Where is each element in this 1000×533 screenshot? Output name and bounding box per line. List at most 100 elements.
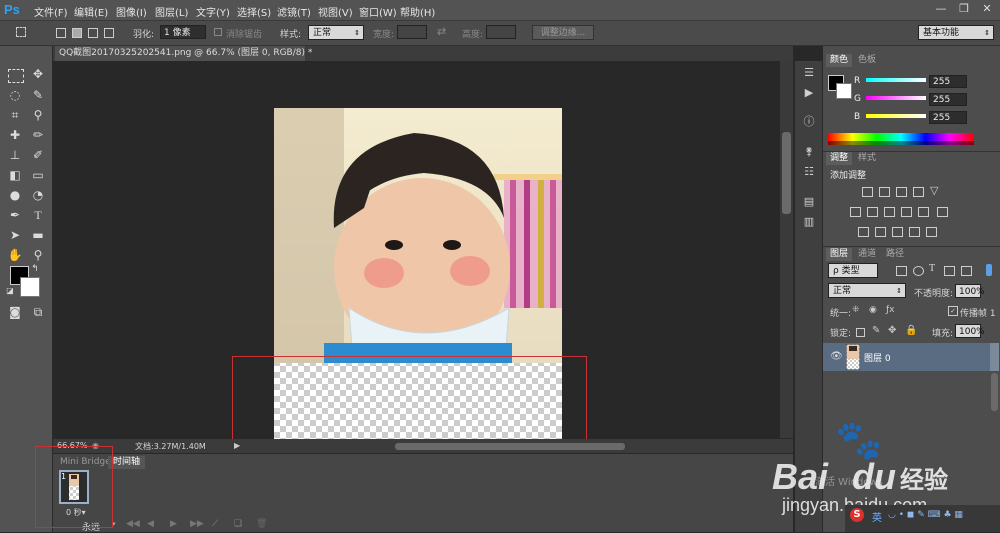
add-selection-icon[interactable] <box>72 28 82 38</box>
fill-input[interactable]: 100% <box>955 324 985 338</box>
pen-tool-icon[interactable]: ✒ <box>5 206 25 224</box>
layer-name[interactable]: 图层 0 <box>864 351 891 364</box>
channel-b-slider[interactable] <box>866 114 926 118</box>
filter-pixel-icon[interactable] <box>896 266 907 276</box>
color-background-swatch[interactable] <box>836 83 852 99</box>
antialias-checkbox[interactable] <box>214 28 222 36</box>
brightness-contrast-icon[interactable] <box>862 187 873 197</box>
invert-icon[interactable] <box>858 227 869 237</box>
channel-g-slider[interactable] <box>866 96 926 100</box>
feather-input[interactable]: 1 像素 <box>160 25 206 39</box>
layers-scrollbar[interactable] <box>990 343 999 371</box>
workspace-dropdown[interactable]: 基本功能 ⇕ <box>918 25 994 40</box>
rect-marquee-tool-icon[interactable] <box>8 69 24 83</box>
menu-item-5[interactable]: 选择(S) <box>237 4 271 19</box>
properties-icon[interactable]: ☷ <box>802 165 816 179</box>
menu-item-1[interactable]: 编辑(E) <box>74 4 108 19</box>
filter-shape-icon[interactable] <box>944 266 955 276</box>
tab-styles[interactable]: 样式 <box>854 152 880 165</box>
tween-icon[interactable]: ⟋ <box>212 519 218 529</box>
tab-timeline[interactable]: 时间轴 <box>108 456 146 469</box>
filter-toggle[interactable] <box>986 264 992 276</box>
ime-tray-icons[interactable]: ◡ • ◼ ✎ ⌨ ♣ ▦ <box>888 510 963 520</box>
path-select-icon[interactable]: ➤ <box>5 226 25 244</box>
height-input[interactable] <box>486 25 516 39</box>
duplicate-frame-icon[interactable]: ❏ <box>234 519 242 529</box>
quick-mask-icon[interactable]: ◙ <box>5 303 25 321</box>
clone-stamp-icon[interactable]: ⊥ <box>5 146 25 164</box>
blend-mode-dropdown[interactable]: 正常 ⇕ <box>828 283 906 298</box>
refine-edge-button[interactable]: 调整边缘... <box>532 25 594 40</box>
black-white-icon[interactable] <box>884 207 895 217</box>
blur-tool-icon[interactable]: ● <box>5 186 25 204</box>
horizontal-scroll-thumb[interactable] <box>395 443 625 450</box>
info-icon[interactable]: ⓘ <box>802 115 816 129</box>
history-icon[interactable]: ☰ <box>802 66 816 80</box>
screen-mode-icon[interactable]: ⧉ <box>28 303 48 321</box>
color-balance-icon[interactable] <box>867 207 878 217</box>
vibrance-icon[interactable]: ▽ <box>930 184 938 197</box>
curves-icon[interactable] <box>896 187 907 197</box>
tab-swatches[interactable]: 色板 <box>854 54 880 67</box>
exposure-icon[interactable] <box>913 187 924 197</box>
ime-mode[interactable]: 英 <box>872 509 882 524</box>
menu-item-4[interactable]: 文字(Y) <box>196 4 230 19</box>
eraser-tool-icon[interactable]: ◧ <box>5 166 25 184</box>
document-tab[interactable]: QQ截图20170325202541.png @ 66.7% (图层 0, RG… <box>55 46 312 61</box>
lock-image-icon[interactable]: ✎ <box>872 325 880 336</box>
channel-b-value[interactable]: 255 <box>929 111 967 124</box>
subtract-selection-icon[interactable] <box>88 28 98 38</box>
tab-color[interactable]: 颜色 <box>826 54 853 67</box>
intersect-selection-icon[interactable] <box>104 28 114 38</box>
unify-style-icon[interactable]: ƒx <box>886 305 895 315</box>
unify-visibility-icon[interactable]: ◉ <box>869 305 877 315</box>
threshold-icon[interactable] <box>892 227 903 237</box>
new-selection-icon[interactable] <box>56 28 66 38</box>
quick-select-tool-icon[interactable]: ✎ <box>28 86 48 104</box>
paragraph-icon[interactable]: ▤ <box>802 195 816 209</box>
delete-frame-icon[interactable]: 🗑 <box>256 519 267 529</box>
channel-g-value[interactable]: 255 <box>929 93 967 106</box>
menu-item-3[interactable]: 图层(L) <box>155 4 188 19</box>
eyedropper-tool-icon[interactable]: ⚲ <box>28 106 48 124</box>
swap-colors-icon[interactable]: ↰ <box>29 263 41 275</box>
gradient-map-icon[interactable] <box>909 227 920 237</box>
photo-filter-icon[interactable] <box>901 207 912 217</box>
menu-item-6[interactable]: 滤镜(T) <box>277 4 311 19</box>
marquee-tool-icon[interactable] <box>16 27 26 37</box>
channel-mixer-icon[interactable] <box>918 207 929 217</box>
channel-r-value[interactable]: 255 <box>929 75 967 88</box>
filter-smart-object-icon[interactable] <box>961 266 972 276</box>
minimize-button[interactable]: — <box>930 1 952 17</box>
play-icon[interactable]: ▶ <box>170 519 177 529</box>
filter-type-icon[interactable]: T <box>929 263 935 274</box>
next-frame-icon[interactable]: ▶▶ <box>190 519 204 529</box>
maximize-button[interactable]: ❐ <box>953 1 975 17</box>
unify-position-icon[interactable]: ⁜ <box>852 305 860 315</box>
vertical-scrollbar[interactable] <box>780 61 793 438</box>
lock-all-icon[interactable]: 🔒 <box>905 325 917 336</box>
hand-tool-icon[interactable]: ✋ <box>5 246 25 264</box>
history-brush-icon[interactable]: ✐ <box>28 146 48 164</box>
levels-icon[interactable] <box>879 187 890 197</box>
swap-icon[interactable]: ⇄ <box>437 25 446 38</box>
menu-item-2[interactable]: 图像(I) <box>116 4 147 19</box>
color-spectrum-ramp[interactable] <box>828 133 974 145</box>
first-frame-icon[interactable]: ◀◀ <box>126 519 140 529</box>
lock-transparent-icon[interactable] <box>856 328 865 337</box>
close-button[interactable]: ✕ <box>976 1 998 17</box>
healing-brush-icon[interactable]: ✚ <box>5 126 25 144</box>
tab-paths[interactable]: 路径 <box>882 248 908 261</box>
layer-filter-dropdown[interactable]: ρ 类型 <box>828 263 878 278</box>
selective-color-icon[interactable] <box>926 227 937 237</box>
move-tool-icon[interactable]: ✥ <box>28 65 48 83</box>
style-dropdown[interactable]: 正常 ⇕ <box>308 25 364 40</box>
menu-item-0[interactable]: 文件(F) <box>34 4 68 19</box>
shape-tool-icon[interactable]: ▬ <box>28 226 48 244</box>
tab-channels[interactable]: 通道 <box>854 248 880 261</box>
crop-tool-icon[interactable]: ⌗ <box>5 106 25 124</box>
dodge-tool-icon[interactable]: ◔ <box>28 186 48 204</box>
menu-item-8[interactable]: 窗口(W) <box>359 4 397 19</box>
opacity-input[interactable]: 100% <box>955 284 985 298</box>
width-input[interactable] <box>397 25 427 39</box>
